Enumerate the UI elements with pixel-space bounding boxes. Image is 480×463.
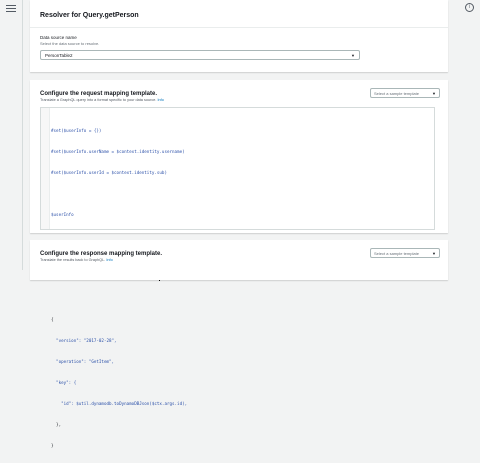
request-mapping-panel: Configure the request mapping template. … (30, 80, 448, 448)
code-line: #set($userInfo.userId = $context.identit… (51, 170, 167, 175)
page-title: Resolver for Query.getPerson (40, 12, 139, 19)
datasource-hint: Select the data source to resolve. (40, 41, 100, 46)
resolver-header-panel: Resolver for Query.getPerson Data source… (30, 0, 448, 72)
editor-gutter (41, 108, 50, 229)
code-line: { (51, 317, 54, 322)
response-template-select-label: Select a sample template (374, 251, 419, 256)
code-line: "key": { (51, 380, 77, 385)
response-template-select[interactable]: Select a sample template ▼ (370, 248, 440, 258)
caret-down-icon: ▼ (351, 53, 355, 58)
caret-down-icon: ▼ (432, 251, 436, 256)
code-line: }, (51, 422, 62, 427)
code-line: $userInfo (51, 212, 74, 217)
datasource-label: Data source name (40, 35, 77, 40)
hamburger-menu-icon[interactable] (6, 5, 16, 14)
response-info-link[interactable]: Info (106, 258, 112, 262)
divider (30, 27, 448, 28)
request-template-select[interactable]: Select a sample template ▼ (370, 88, 440, 98)
request-template-select-label: Select a sample template (374, 91, 419, 96)
response-mapping-panel: Configure the response mapping template.… (30, 240, 448, 280)
request-mapping-title: Configure the request mapping template. (40, 91, 158, 97)
response-mapping-title: Configure the response mapping template. (40, 251, 163, 257)
code-line: "id": $util.dynamodb.toDynamoDBJson($ctx… (51, 401, 188, 406)
code-line: #set($userInfo.userName = $context.ident… (51, 149, 185, 154)
help-icon[interactable]: i (465, 3, 474, 12)
code-line: "version": "2017-02-28", (51, 338, 117, 343)
sidebar (0, 0, 23, 270)
response-mapping-subtitle: Translate the results back to GraphQL. I… (40, 258, 113, 262)
request-code: #set($userInfo = {}) #set($userInfo.user… (51, 113, 187, 463)
code-line: #set($userInfo = {}) (51, 128, 102, 133)
code-line: "operation": "GetItem", (51, 359, 115, 364)
request-code-editor[interactable]: #set($userInfo = {}) #set($userInfo.user… (40, 107, 435, 448)
request-info-link[interactable]: Info (158, 98, 164, 102)
request-mapping-subtitle: Translate a GraphQL query into a format … (40, 98, 164, 102)
datasource-select[interactable]: PersonTable2 ▼ (40, 50, 360, 60)
caret-down-icon: ▼ (432, 91, 436, 96)
datasource-value: PersonTable2 (45, 53, 73, 58)
code-line: } (51, 443, 54, 448)
